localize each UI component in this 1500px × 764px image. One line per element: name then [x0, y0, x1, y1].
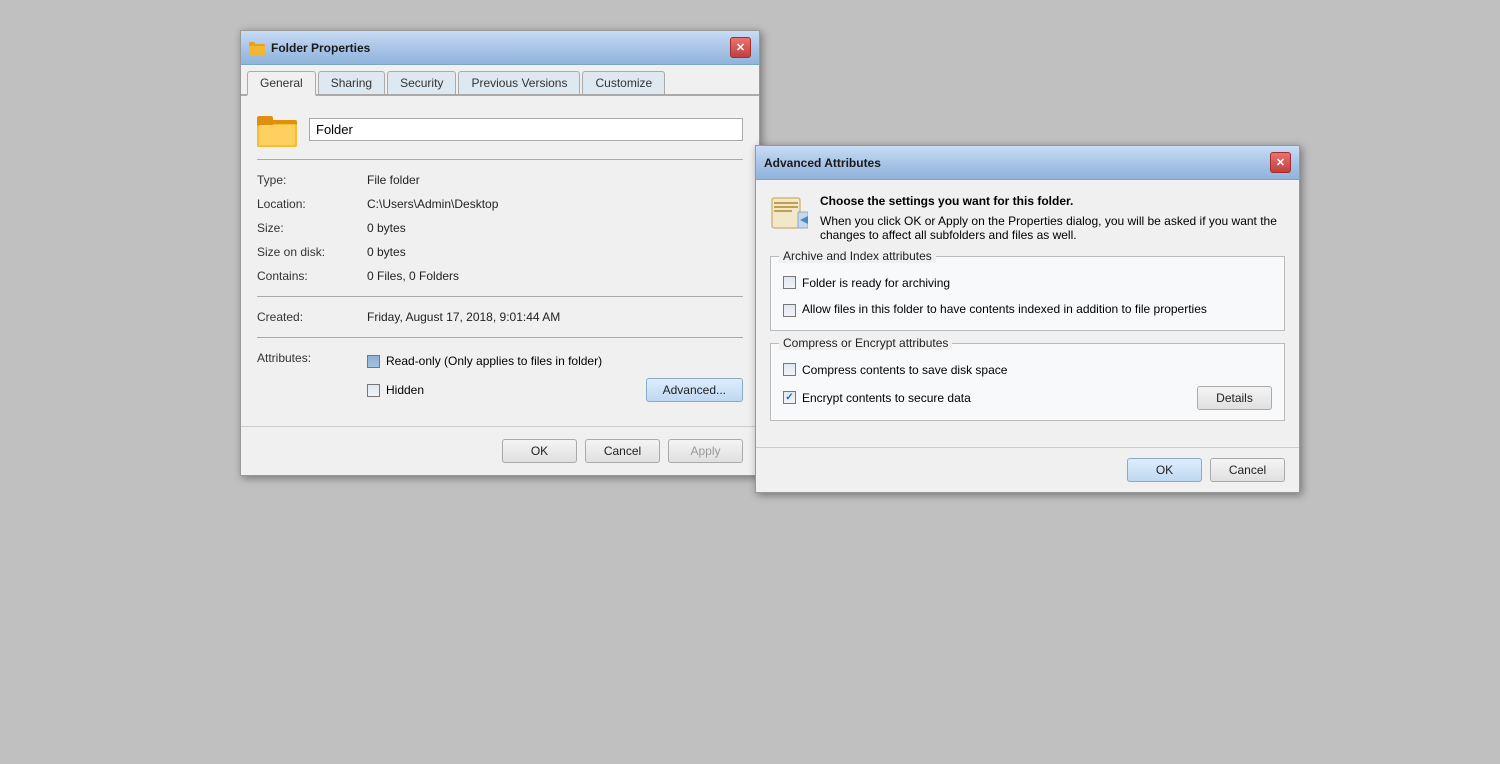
created-row: Created: Friday, August 17, 2018, 9:01:4… [257, 305, 743, 329]
advanced-attrs-titlebar: Advanced Attributes ✕ [756, 146, 1299, 180]
compress-section: Compress or Encrypt attributes Compress … [770, 343, 1285, 421]
details-button[interactable]: Details [1197, 386, 1272, 410]
readonly-label: Read-only (Only applies to files in fold… [386, 354, 602, 368]
folder-props-titlebar: Folder Properties ✕ [241, 31, 759, 65]
advanced-attrs-content: Choose the settings you want for this fo… [756, 180, 1299, 447]
archive-section: Archive and Index attributes Folder is r… [770, 256, 1285, 331]
location-value: C:\Users\Admin\Desktop [367, 197, 498, 211]
advanced-attrs-footer: OK Cancel [756, 447, 1299, 492]
encrypt-contents-checkbox[interactable] [783, 391, 796, 404]
aa-desc1: Choose the settings you want for this fo… [820, 194, 1285, 208]
compress-contents-label: Compress contents to save disk space [802, 363, 1007, 377]
folder-props-tabs: General Sharing Security Previous Versio… [241, 65, 759, 96]
hidden-checkbox[interactable] [367, 384, 380, 397]
tab-customize[interactable]: Customize [582, 71, 665, 94]
compress-row: Compress contents to save disk space [783, 360, 1272, 380]
folder-props-footer: OK Cancel Apply [241, 426, 759, 475]
hidden-label: Hidden [386, 383, 424, 397]
archive-ready-row: Folder is ready for archiving [783, 273, 1272, 293]
readonly-checkbox[interactable] [367, 355, 380, 368]
folder-svg-icon [257, 112, 297, 147]
contains-row: Contains: 0 Files, 0 Folders [257, 264, 743, 288]
apply-button[interactable]: Apply [668, 439, 743, 463]
created-value: Friday, August 17, 2018, 9:01:44 AM [367, 310, 560, 324]
aa-ok-button[interactable]: OK [1127, 458, 1202, 482]
tab-general[interactable]: General [247, 71, 316, 96]
size-on-disk-row: Size on disk: 0 bytes [257, 240, 743, 264]
contains-value: 0 Files, 0 Folders [367, 269, 459, 283]
compress-contents-checkbox[interactable] [783, 363, 796, 376]
hidden-row: Hidden Advanced... [367, 375, 743, 405]
type-label: Type: [257, 173, 367, 187]
aa-description: Choose the settings you want for this fo… [820, 194, 1285, 242]
contains-label: Contains: [257, 269, 367, 283]
advanced-attrs-close-button[interactable]: ✕ [1270, 152, 1291, 173]
cancel-button[interactable]: Cancel [585, 439, 660, 463]
aa-icon-svg [770, 194, 808, 232]
aa-cancel-button[interactable]: Cancel [1210, 458, 1285, 482]
attributes-row: Attributes: Read-only (Only applies to f… [257, 346, 743, 410]
folder-name-input[interactable] [309, 118, 743, 141]
archive-ready-label: Folder is ready for archiving [802, 276, 950, 290]
ok-button[interactable]: OK [502, 439, 577, 463]
tab-security[interactable]: Security [387, 71, 456, 94]
archive-ready-checkbox[interactable] [783, 276, 796, 289]
aa-desc2: When you click OK or Apply on the Proper… [820, 214, 1285, 242]
index-contents-checkbox[interactable] [783, 304, 796, 317]
attributes-controls: Read-only (Only applies to files in fold… [367, 351, 743, 405]
type-value: File folder [367, 173, 420, 187]
aa-header: Choose the settings you want for this fo… [770, 194, 1285, 242]
size-on-disk-label: Size on disk: [257, 245, 367, 259]
tab-previous-versions[interactable]: Previous Versions [458, 71, 580, 94]
tab-sharing[interactable]: Sharing [318, 71, 385, 94]
encrypt-contents-label: Encrypt contents to secure data [802, 391, 971, 405]
index-contents-row: Allow files in this folder to have conte… [783, 299, 1272, 320]
size-label: Size: [257, 221, 367, 235]
advanced-attributes-dialog: Advanced Attributes ✕ Choose the setting… [755, 145, 1300, 493]
folder-props-close-button[interactable]: ✕ [730, 37, 751, 58]
location-label: Location: [257, 197, 367, 211]
size-value: 0 bytes [367, 221, 406, 235]
compress-section-title: Compress or Encrypt attributes [779, 336, 952, 350]
advanced-attrs-title: Advanced Attributes [764, 156, 881, 170]
aa-icon [770, 194, 808, 232]
archive-section-title: Archive and Index attributes [779, 249, 936, 263]
index-contents-label: Allow files in this folder to have conte… [802, 302, 1207, 316]
encrypt-row: Encrypt contents to secure data Details [783, 386, 1272, 410]
created-label: Created: [257, 310, 367, 324]
folder-props-content: Type: File folder Location: C:\Users\Adm… [241, 96, 759, 426]
readonly-row: Read-only (Only applies to files in fold… [367, 351, 743, 371]
folder-props-title: Folder Properties [249, 41, 370, 55]
encrypt-contents-row: Encrypt contents to secure data [783, 388, 1197, 408]
folder-properties-dialog: Folder Properties ✕ General Sharing Secu… [240, 30, 760, 476]
size-on-disk-value: 0 bytes [367, 245, 406, 259]
size-row: Size: 0 bytes [257, 216, 743, 240]
type-row: Type: File folder [257, 168, 743, 192]
folder-icon-large [257, 112, 297, 147]
compress-contents-row: Compress contents to save disk space [783, 360, 1007, 380]
attributes-label: Attributes: [257, 351, 367, 405]
location-row: Location: C:\Users\Admin\Desktop [257, 192, 743, 216]
advanced-button[interactable]: Advanced... [646, 378, 743, 402]
titlebar-folder-icon [249, 41, 265, 55]
folder-header [257, 112, 743, 147]
